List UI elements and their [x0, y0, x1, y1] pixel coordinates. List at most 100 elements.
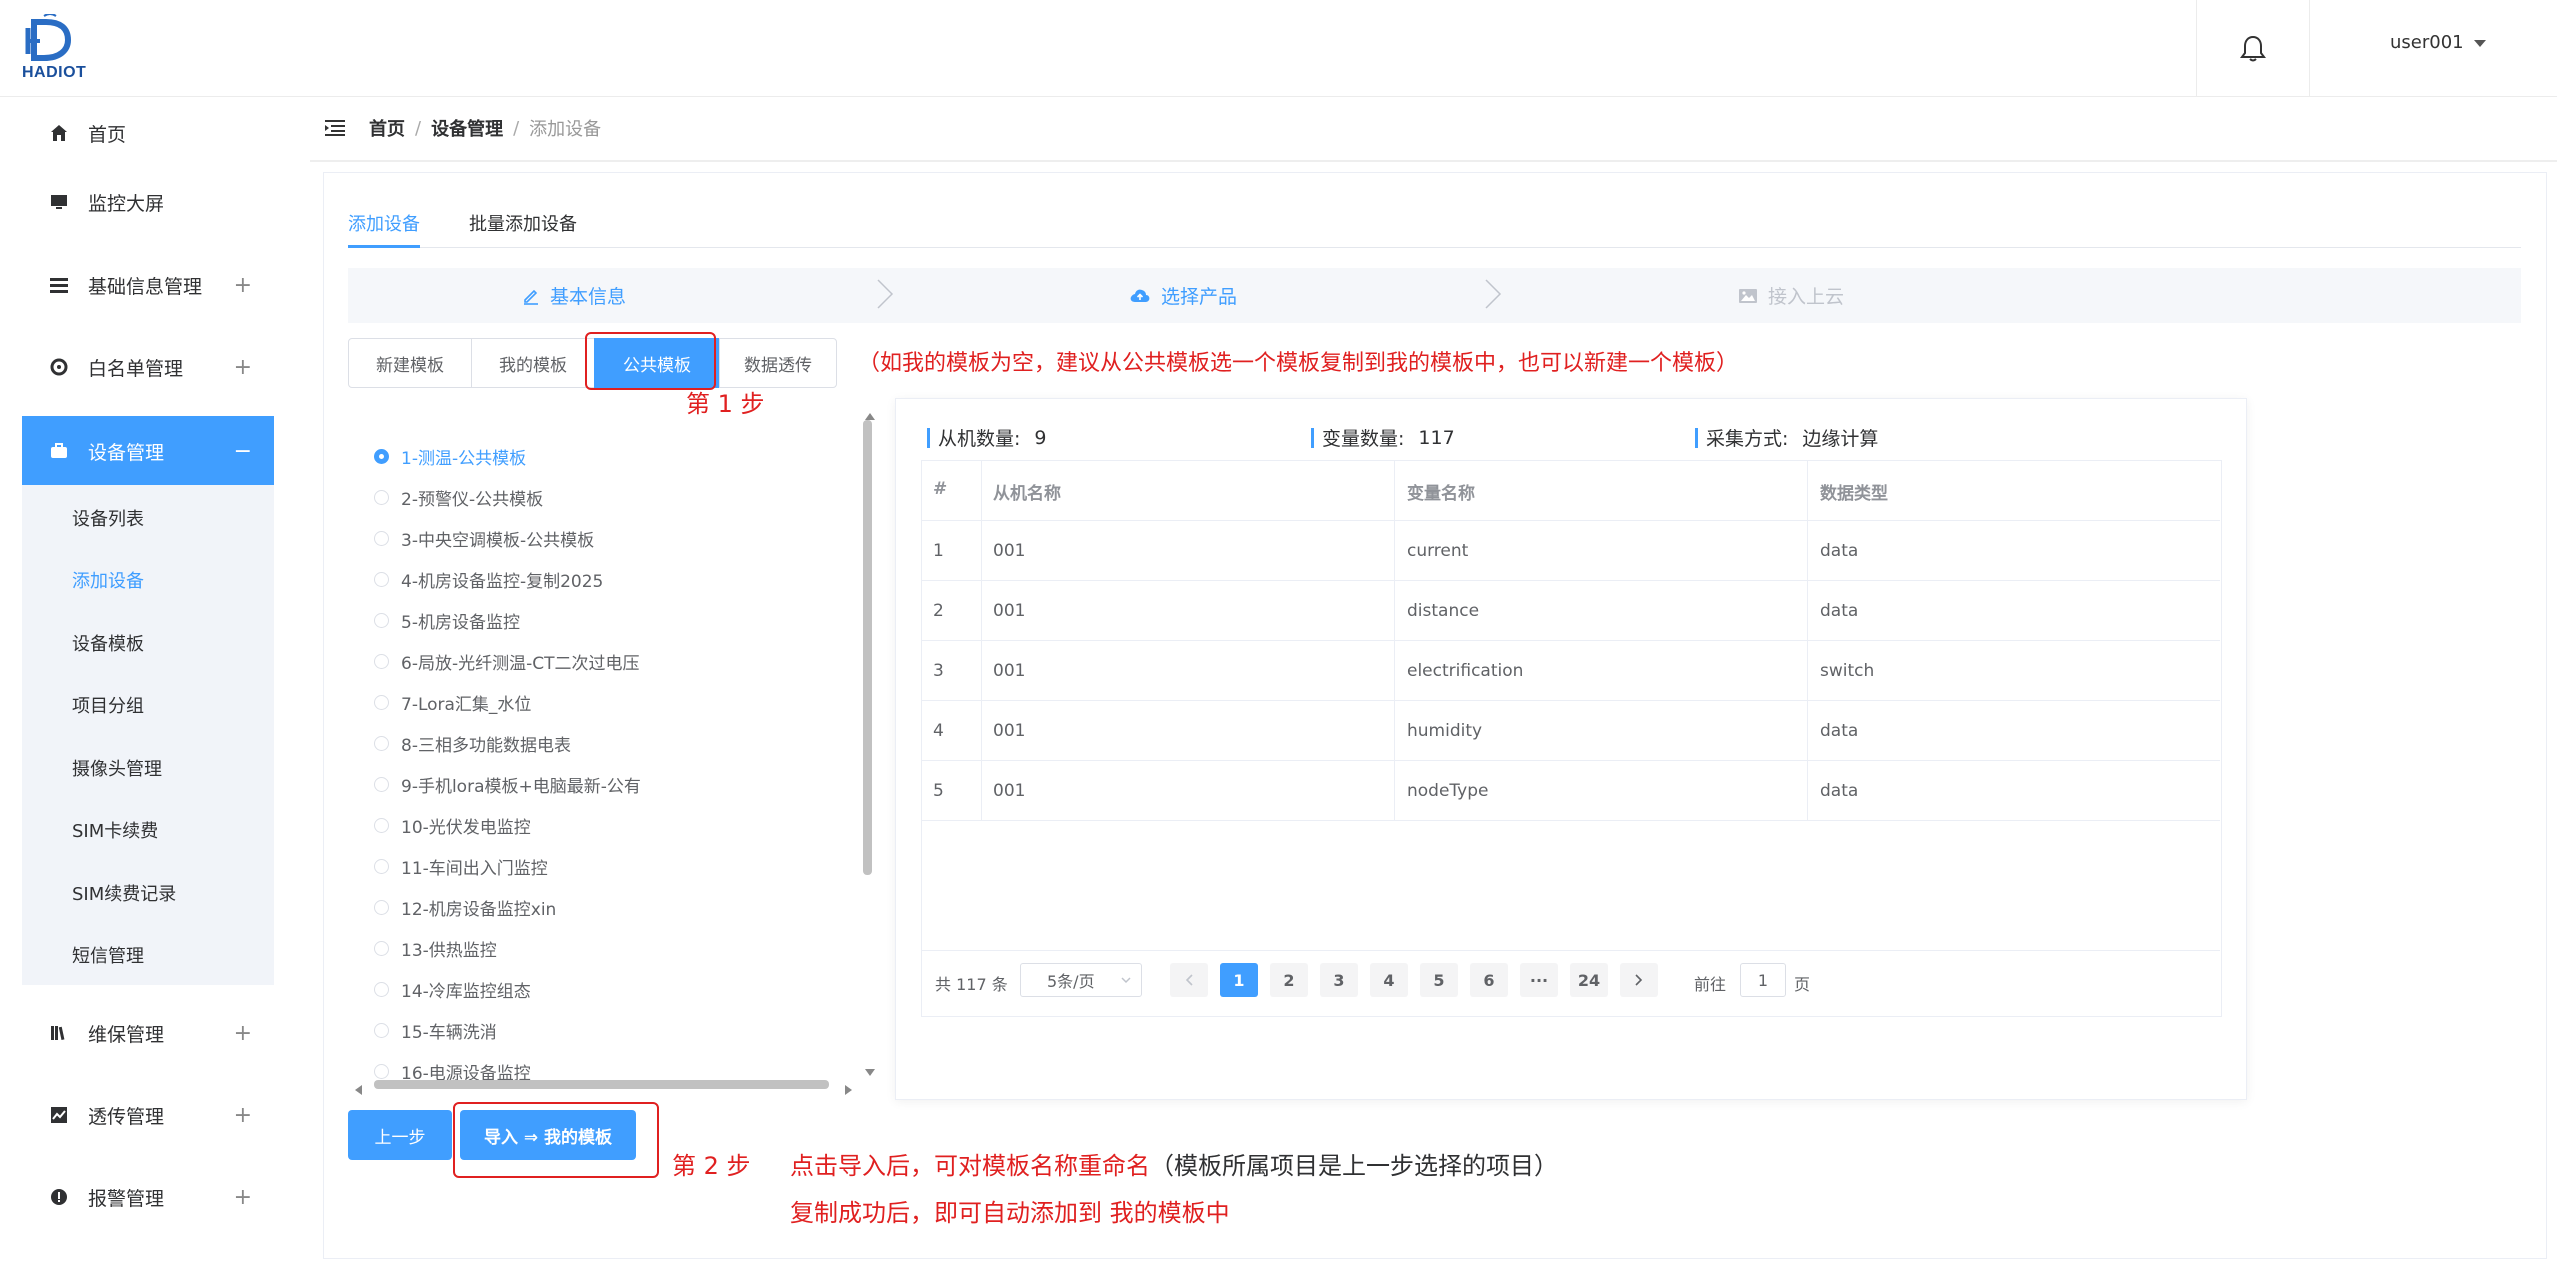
radio-button[interactable]	[374, 1023, 389, 1038]
submenu-item-sim-renew[interactable]: SIM卡续费	[72, 817, 158, 843]
sidebar-item-monitor-screen[interactable]: 监控大屏	[22, 170, 274, 234]
submenu-item-sms[interactable]: 短信管理	[72, 942, 144, 968]
page-size-select[interactable]: 5条/页	[1020, 963, 1142, 997]
cloud-upload-icon	[1129, 287, 1151, 305]
template-radio-item[interactable]: 7-Lora汇集_水位	[374, 690, 531, 715]
radio-button[interactable]	[374, 572, 389, 587]
sidebar-item-basic-info[interactable]: 基础信息管理 +	[22, 253, 274, 317]
template-label: 12-机房设备监控xin	[401, 900, 557, 920]
submenu-item-camera[interactable]: 摄像头管理	[72, 755, 162, 781]
stat-value: 9	[1034, 426, 1047, 449]
user-menu[interactable]: user001	[2390, 32, 2486, 53]
radio-button[interactable]	[374, 531, 389, 546]
tab-my-template[interactable]: 我的模板	[471, 338, 595, 388]
page-button[interactable]: 5	[1420, 963, 1458, 997]
radio-button[interactable]	[374, 818, 389, 833]
submenu-item-project-group[interactable]: 项目分组	[72, 692, 144, 718]
template-radio-item[interactable]: 3-中央空调模板-公共模板	[374, 526, 594, 551]
step-label: 接入上云	[1768, 286, 1845, 308]
target-icon	[48, 356, 70, 378]
template-radio-item[interactable]: 5-机房设备监控	[374, 608, 520, 633]
template-radio-item[interactable]: 1-测温-公共模板	[374, 444, 526, 469]
radio-button[interactable]	[374, 859, 389, 874]
notification-button[interactable]	[2196, 0, 2310, 96]
tab-new-template[interactable]: 新建模板	[348, 338, 472, 388]
submenu-item-add-device[interactable]: 添加设备	[72, 567, 144, 593]
table-header-type: 数据类型	[1820, 484, 1888, 504]
next-page-button[interactable]	[1620, 963, 1658, 997]
plus-icon: +	[233, 272, 252, 298]
template-radio-item[interactable]: 8-三相多功能数据电表	[374, 731, 571, 756]
table-cell: 1	[933, 541, 944, 561]
prev-step-button[interactable]: 上一步	[348, 1110, 452, 1160]
breadcrumb-home[interactable]: 首页	[369, 115, 405, 141]
radio-button[interactable]	[374, 490, 389, 505]
breadcrumb-section[interactable]: 设备管理	[431, 115, 503, 141]
template-radio-item[interactable]: 13-供热监控	[374, 936, 497, 961]
template-label: 4-机房设备监控-复制2025	[401, 572, 604, 592]
sidebar-item-device-management[interactable]: 设备管理 −	[22, 416, 274, 486]
page-button[interactable]: 1	[1220, 963, 1258, 997]
template-radio-item[interactable]: 11-车间出入门监控	[374, 854, 548, 879]
stat-value: 边缘计算	[1802, 428, 1879, 450]
page-button[interactable]: 3	[1320, 963, 1358, 997]
submenu-item-device-template[interactable]: 设备模板	[72, 630, 144, 656]
page-button[interactable]: 24	[1570, 963, 1608, 997]
radio-button[interactable]	[374, 695, 389, 710]
radio-button[interactable]	[374, 654, 389, 669]
table-cell: distance	[1407, 601, 1480, 621]
template-radio-item[interactable]: 10-光伏发电监控	[374, 813, 531, 838]
sidebar-item-alarm[interactable]: 报警管理 +	[22, 1165, 274, 1229]
tab-data-passthrough[interactable]: 数据透传	[719, 338, 837, 388]
radio-button[interactable]	[374, 777, 389, 792]
breadcrumb: 首页 / 设备管理 / 添加设备	[325, 115, 601, 141]
radio-button[interactable]	[374, 613, 389, 628]
more-pages-button[interactable]: ···	[1520, 963, 1558, 997]
template-radio-item[interactable]: 12-机房设备监控xin	[374, 895, 556, 920]
breadcrumb-separator: /	[415, 117, 422, 139]
radio-button[interactable]	[374, 941, 389, 956]
sidebar-item-passthrough[interactable]: 透传管理 +	[22, 1083, 274, 1147]
template-radio-item[interactable]: 9-手机lora模板+电脑最新-公有	[374, 772, 641, 797]
step-select-product: 选择产品	[1129, 282, 1237, 309]
radio-button[interactable]	[374, 900, 389, 915]
template-label: 15-车辆洗消	[401, 1023, 497, 1043]
menu-fold-icon[interactable]	[325, 120, 345, 136]
template-label: 7-Lora汇集_水位	[401, 695, 532, 715]
template-label: 5-机房设备监控	[401, 613, 520, 633]
radio-button[interactable]	[374, 449, 389, 464]
tab-batch-add[interactable]: 批量添加设备	[469, 210, 577, 236]
radio-button[interactable]	[374, 736, 389, 751]
prev-page-button[interactable]	[1170, 963, 1208, 997]
step2-note-second: 复制成功后，即可自动添加到 我的模板中	[790, 1199, 1230, 1227]
sidebar-item-maintenance[interactable]: 维保管理 +	[22, 1001, 274, 1065]
scroll-down-icon[interactable]	[865, 1062, 875, 1081]
chevron-down-icon	[2473, 39, 2486, 47]
radio-button[interactable]	[374, 982, 389, 997]
template-radio-item[interactable]: 6-局放-光纤测温-CT二次过电压	[374, 649, 639, 674]
tab-add-device[interactable]: 添加设备	[348, 210, 420, 236]
template-radio-item[interactable]: 14-冷库监控组态	[374, 977, 531, 1002]
sidebar-item-whitelist[interactable]: 白名单管理 +	[22, 335, 274, 399]
template-label: 11-车间出入门监控	[401, 859, 548, 879]
briefcase-icon	[48, 440, 70, 462]
submenu-item-device-list[interactable]: 设备列表	[72, 505, 144, 531]
submenu-item-sim-record[interactable]: SIM续费记录	[72, 880, 176, 906]
scroll-right-icon[interactable]	[845, 1080, 853, 1099]
steps-bar	[348, 268, 2521, 323]
step2-highlight-box	[453, 1102, 659, 1178]
template-radio-item[interactable]: 4-机房设备监控-复制2025	[374, 567, 603, 592]
template-label: 6-局放-光纤测温-CT二次过电压	[401, 654, 640, 674]
page-button[interactable]: 2	[1270, 963, 1308, 997]
scroll-left-icon[interactable]	[354, 1080, 362, 1099]
page-button[interactable]: 4	[1370, 963, 1408, 997]
sidebar-item-home[interactable]: 首页	[22, 101, 274, 165]
page-button[interactable]: 6	[1470, 963, 1508, 997]
template-radio-item[interactable]: 15-车辆洗消	[374, 1018, 497, 1043]
horizontal-scrollbar[interactable]	[374, 1080, 829, 1089]
goto-page-input[interactable]: 1	[1740, 963, 1786, 997]
template-radio-item[interactable]: 2-预警仪-公共模板	[374, 485, 543, 510]
edit-icon	[522, 287, 540, 305]
radio-button[interactable]	[374, 1064, 389, 1079]
vertical-scrollbar[interactable]	[863, 420, 872, 875]
